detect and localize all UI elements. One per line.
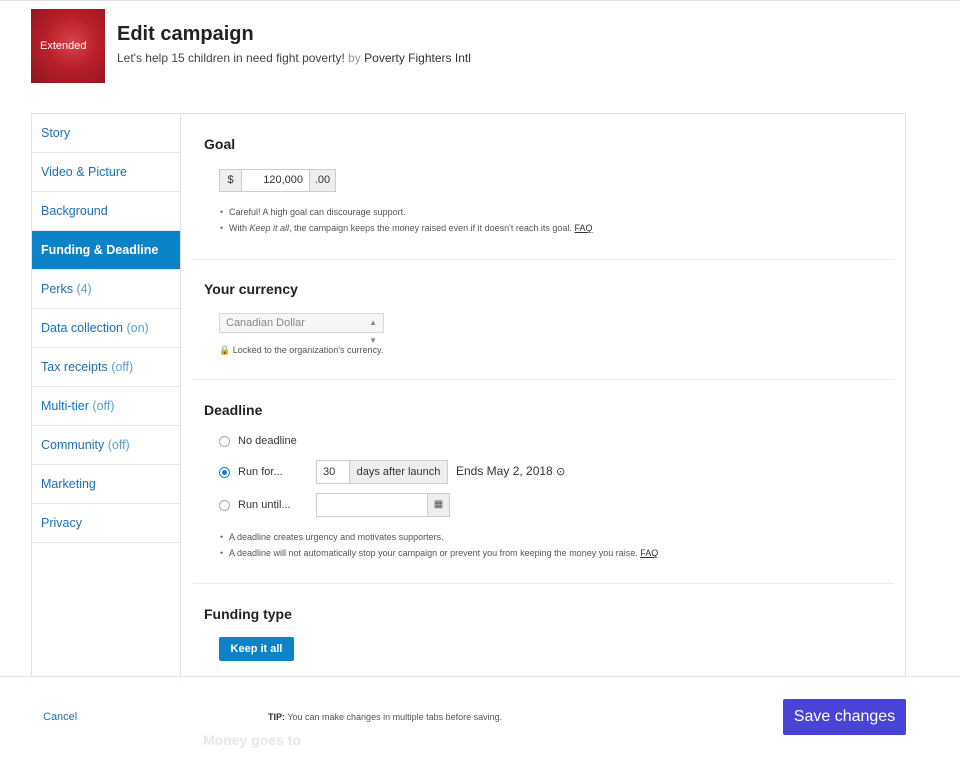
section-divider <box>193 583 894 584</box>
sidebar-item-story[interactable]: Story <box>32 114 180 153</box>
by-text: by <box>348 51 361 65</box>
radio-button[interactable] <box>219 499 230 511</box>
currency-locked-note: 🔒 Locked to the organization's currency. <box>219 345 384 355</box>
keep-it-all-button[interactable]: Keep it all <box>219 637 294 661</box>
sidebar-item-funding-deadline[interactable]: Funding & Deadline <box>32 231 180 270</box>
organization-link[interactable]: Poverty Fighters Intl <box>364 51 471 65</box>
days-input[interactable]: 30 <box>317 461 349 483</box>
clock-icon: ⊙ <box>556 466 566 478</box>
goal-amount-input[interactable]: 120,000 <box>242 170 309 191</box>
currency-symbol: $ <box>220 170 242 191</box>
sidebar-item-perks[interactable]: Perks (4) <box>32 270 180 309</box>
goal-notes: Careful! A high goal can discourage supp… <box>219 204 592 236</box>
edit-panel: Story Video & Picture Background Funding… <box>31 113 906 693</box>
campaign-subtitle: Let's help 15 children in need fight pov… <box>117 51 471 65</box>
community-state: (off) <box>107 438 130 452</box>
days-unit: days after launch <box>349 461 447 483</box>
campaign-name: Let's help 15 children in need fight pov… <box>117 51 345 65</box>
goal-input-group: $ 120,000 .00 <box>219 169 336 192</box>
sidebar-item-background[interactable]: Background <box>32 192 180 231</box>
page-title: Edit campaign <box>117 23 254 45</box>
goal-heading: Goal <box>204 136 236 152</box>
form-content: Goal $ 120,000 .00 Careful! A high goal … <box>182 114 905 693</box>
goal-note: With Keep it all, the campaign keeps the… <box>219 220 592 236</box>
radio-no-deadline[interactable]: No deadline <box>219 435 297 447</box>
calendar-icon[interactable]: ▦ <box>427 494 449 516</box>
campaign-header: Extended Edit campaign Let's help 15 chi… <box>31 9 931 83</box>
goal-cents: .00 <box>309 170 335 191</box>
radio-button[interactable] <box>219 435 230 447</box>
sidebar-item-multi-tier[interactable]: Multi-tier (off) <box>32 387 180 426</box>
goal-note: Careful! A high goal can discourage supp… <box>219 204 592 220</box>
section-divider <box>193 379 894 380</box>
multi-tier-state: (off) <box>92 399 115 413</box>
days-input-group: 30 days after launch <box>316 460 448 484</box>
sidebar-nav: Story Video & Picture Background Funding… <box>32 114 181 693</box>
tax-receipts-state: (off) <box>111 360 134 374</box>
funding-type-heading: Funding type <box>204 606 292 622</box>
ends-date: Ends May 2, 2018 ⊙ <box>456 464 566 478</box>
deadline-note: A deadline will not automatically stop y… <box>219 545 658 561</box>
sidebar-item-marketing[interactable]: Marketing <box>32 465 180 504</box>
money-goes-to-heading: Money goes to <box>203 732 302 748</box>
sidebar-item-data-collection[interactable]: Data collection (on) <box>32 309 180 348</box>
deadline-notes: A deadline creates urgency and motivates… <box>219 529 658 561</box>
campaign-thumbnail: Extended <box>31 9 105 83</box>
perks-count: (4) <box>76 282 92 296</box>
extended-badge: Extended <box>40 40 87 52</box>
section-divider <box>193 259 894 260</box>
date-input[interactable] <box>317 494 427 516</box>
lock-icon: 🔒 <box>219 345 231 355</box>
cancel-link[interactable]: Cancel <box>43 711 77 723</box>
sidebar-item-community[interactable]: Community (off) <box>32 426 180 465</box>
tip-text: TIP: You can make changes in multiple ta… <box>268 712 503 722</box>
sidebar-item-video-picture[interactable]: Video & Picture <box>32 153 180 192</box>
save-changes-button[interactable]: Save changes <box>783 699 906 735</box>
sidebar-item-tax-receipts[interactable]: Tax receipts (off) <box>32 348 180 387</box>
radio-button-selected[interactable] <box>219 466 230 478</box>
deadline-note: A deadline creates urgency and motivates… <box>219 529 658 545</box>
sidebar-item-privacy[interactable]: Privacy <box>32 504 180 543</box>
date-picker[interactable]: ▦ <box>316 493 450 517</box>
currency-select[interactable]: Canadian Dollar ▲ ▼ <box>219 313 384 345</box>
radio-run-for[interactable]: Run for... <box>219 466 283 478</box>
footer-bar: Money goes to Cancel TIP: You can make c… <box>0 676 960 757</box>
deadline-faq-link[interactable]: FAQ <box>640 548 658 558</box>
top-rule <box>0 0 960 3</box>
currency-heading: Your currency <box>204 281 298 297</box>
data-collection-state: (on) <box>126 321 149 335</box>
currency-selected: Canadian Dollar <box>226 317 305 329</box>
goal-faq-link[interactable]: FAQ <box>574 223 592 233</box>
deadline-heading: Deadline <box>204 402 263 418</box>
radio-run-until[interactable]: Run until... <box>219 499 291 511</box>
